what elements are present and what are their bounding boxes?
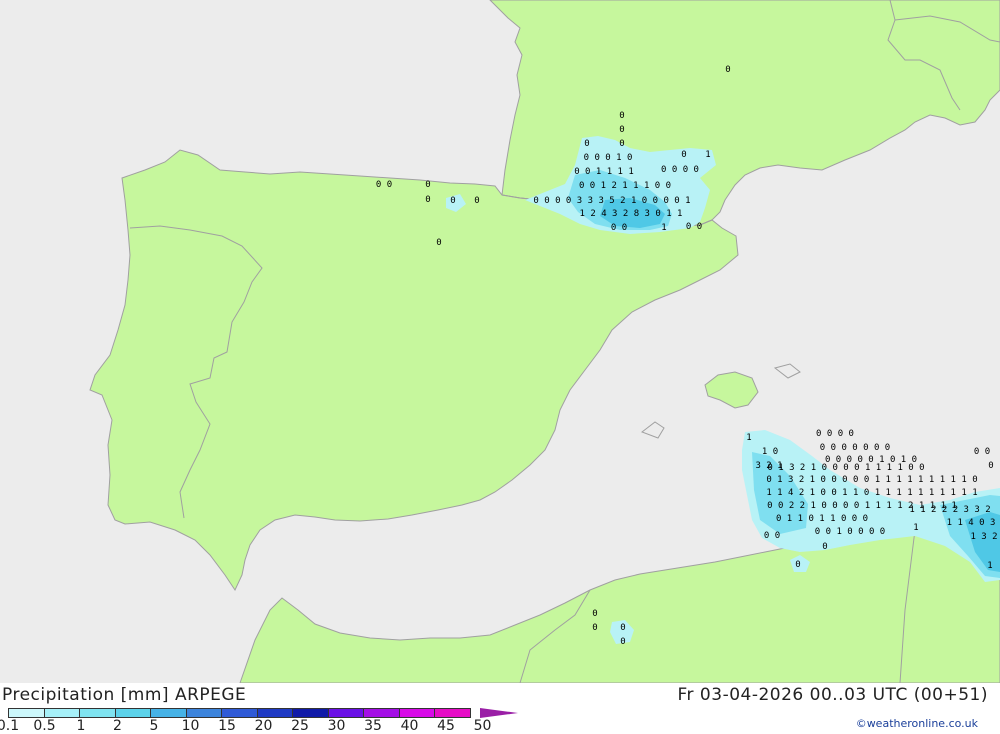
precip-value-label: 0 xyxy=(620,623,625,633)
precip-value-label: 0 0 xyxy=(764,531,780,541)
legend-tick-label: 20 xyxy=(254,718,273,734)
precip-value-label: 1 0 xyxy=(762,447,778,457)
precip-value-label: 1 1 2 2 2 3 3 2 xyxy=(909,505,990,515)
precip-value-label: 0 xyxy=(988,461,993,471)
legend-swatch xyxy=(256,708,293,718)
legend-swatch xyxy=(43,708,80,718)
precip-value-label: 0 xyxy=(822,542,827,552)
legend-swatch xyxy=(434,708,471,718)
legend-swatch xyxy=(363,708,400,718)
legend-tick-label: 2 xyxy=(113,718,122,734)
legend-swatch xyxy=(327,708,364,718)
precip-value-label: 0 1 3 2 1 0 0 0 0 1 1 1 1 0 0 xyxy=(767,463,924,473)
precip-value-label: 0 0 xyxy=(376,180,392,190)
precip-value-label: 0 0 1 2 1 1 1 0 0 xyxy=(579,181,671,191)
precip-value-label: 0 xyxy=(425,195,430,205)
precip-value-label: 0 0 1 0 0 0 0 xyxy=(815,527,885,537)
precip-value-label: 0 1 1 0 1 1 0 0 0 xyxy=(776,514,868,524)
precip-value-label: 0 xyxy=(450,196,455,206)
precip-value-label: 0 xyxy=(795,560,800,570)
credit-link[interactable]: ©weatheronline.co.uk xyxy=(856,717,978,730)
legend-tick-label: 15 xyxy=(218,718,236,734)
precip-value-label: 0 xyxy=(592,609,597,619)
map-canvas: 0 0 0 0 0 0 0 0 1 0 0 1 0 0 1 1 1 1 0 0 0 0 0 0 1 … xyxy=(0,0,1000,684)
precip-value-label: 0 0 1 1 1 1 xyxy=(574,167,634,177)
precip-value-label: 0 xyxy=(620,637,625,647)
precip-value-label: 0 xyxy=(619,125,624,135)
precip-value-label: 0 0 xyxy=(974,447,990,457)
precip-value-label: 1 3 2 xyxy=(970,532,997,542)
legend-tick-label: 5 xyxy=(149,718,159,734)
precip-value-label: 0 xyxy=(619,111,624,121)
precip-value-label: 0 0 0 0 0 0 0 xyxy=(820,443,890,453)
legend-swatch xyxy=(8,708,45,718)
precip-value-label: 0 xyxy=(592,623,597,633)
precipitation-map: 0 0 0 0 0 0 0 0 1 0 0 1 0 0 1 1 1 1 0 0 0 0 0 0 1 … xyxy=(0,0,1000,684)
precip-value-label: 1 xyxy=(661,223,666,233)
footer: Precipitation [mm] ARPEGE Fr 03-04-2026 … xyxy=(0,683,1000,734)
precip-value-label: 1 xyxy=(913,523,918,533)
legend-tick-label: 45 xyxy=(437,718,455,734)
precip-value-label: 0 xyxy=(681,150,686,160)
precip-value-label: 1 1 4 2 1 0 0 1 1 0 1 1 1 1 1 1 1 1 1 1 xyxy=(766,488,977,498)
precip-value-label: 0 0 0 0 3 3 3 5 2 1 0 0 0 0 1 xyxy=(533,196,690,206)
precip-value-label: 0 xyxy=(425,180,430,190)
precip-value-label: 0 0 xyxy=(611,223,627,233)
forecast-time: Fr 03-04-2026 00..03 UTC (00+51) xyxy=(677,685,988,705)
precip-value-label: 0 xyxy=(584,139,589,149)
legend-tick-label: 40 xyxy=(400,718,419,734)
legend-tick-label: 25 xyxy=(291,718,309,734)
legend-arrow xyxy=(480,708,518,718)
legend-swatch xyxy=(150,708,187,718)
legend-tick-label: 30 xyxy=(327,718,346,734)
precip-value-label: 0 0 0 1 0 xyxy=(584,153,633,163)
precip-value-label: 0 0 xyxy=(686,222,702,232)
precip-value-label: 0 xyxy=(725,65,730,75)
precip-value-label: 1 xyxy=(987,561,992,571)
precip-value-label: 0 1 3 2 1 0 0 0 0 0 1 1 1 1 1 1 1 1 1 0 xyxy=(766,475,977,485)
legend-tick-label: 10 xyxy=(181,718,200,734)
map-title: Precipitation [mm] ARPEGE xyxy=(2,685,247,705)
precip-value-label: 0 xyxy=(436,238,441,248)
legend-swatch xyxy=(79,708,116,718)
legend-swatch xyxy=(114,708,151,718)
legend-tick-label: 1 xyxy=(76,718,86,734)
precip-value-label: 1 2 4 3 2 8 3 0 1 1 xyxy=(580,209,683,219)
legend-swatch xyxy=(292,708,329,718)
legend-tick-label: 50 xyxy=(473,718,492,734)
precip-value-label: 0 xyxy=(474,196,479,206)
precip-value-label: 0 0 0 0 xyxy=(816,429,854,439)
legend-tick-label: 0.5 xyxy=(33,718,56,734)
legend-swatch xyxy=(398,708,435,718)
legend-tick-label: 35 xyxy=(364,718,382,734)
legend-swatch xyxy=(221,708,258,718)
precip-value-label: 1 xyxy=(705,150,710,160)
legend-tick-label: 0.1 xyxy=(0,718,20,734)
precip-value-label: 0 xyxy=(619,139,624,149)
precip-value-label: 1 xyxy=(746,433,751,443)
precip-value-label: 0 0 0 0 xyxy=(661,165,699,175)
precip-value-label: 1 1 4 0 3 xyxy=(947,518,996,528)
legend-swatch xyxy=(185,708,222,718)
